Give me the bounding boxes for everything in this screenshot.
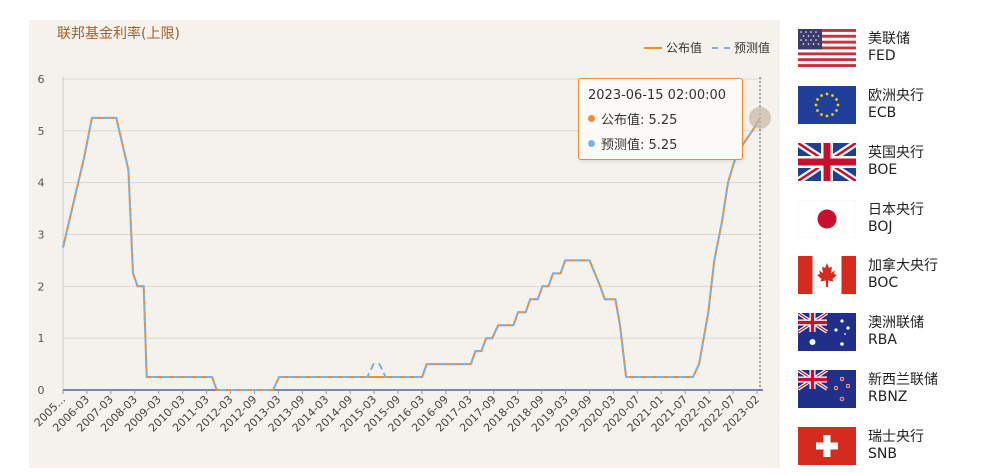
- tooltip-published-dot: [588, 115, 595, 122]
- bank-name-fed: 美联储: [868, 31, 910, 48]
- hover-point-marker: [749, 106, 771, 129]
- tooltip-row-published: 公布值: 5.25: [588, 109, 742, 128]
- bank-name-rbnz: 新西兰联储: [868, 371, 938, 388]
- eu-flag-icon: [798, 86, 856, 125]
- y-tick-label: 0: [38, 384, 45, 397]
- y-tick-label: 1: [38, 332, 45, 345]
- bank-name-boe: 英国央行: [868, 144, 924, 161]
- ca-flag-icon: [798, 256, 856, 295]
- bank-name-boc: 加拿大央行: [868, 258, 938, 275]
- bank-name-boj: 日本央行: [868, 201, 924, 218]
- central-bank-list: 美联储 FED 欧洲央行 ECB 英国央行 BOE 日本央行 BOJ 加拿大央行…: [788, 20, 980, 474]
- bank-code-rbnz: RBNZ: [868, 388, 908, 405]
- bank-name-ecb: 欧洲央行: [868, 88, 924, 105]
- jp-flag-icon: [798, 199, 856, 238]
- bank-code-ecb: ECB: [868, 105, 897, 122]
- watermark-text: 格隆汇: [937, 453, 979, 469]
- bank-name-rba: 澳洲联储: [868, 315, 924, 332]
- bank-name-snb: 瑞士央行: [868, 428, 924, 445]
- bank-item-rba[interactable]: 澳洲联储 RBA: [788, 304, 980, 361]
- y-tick-label: 6: [38, 73, 45, 86]
- tooltip-forecast-dot: [588, 140, 595, 147]
- tooltip-date: 2023-06-15 02:00:00: [588, 88, 727, 103]
- bank-item-fed[interactable]: 美联储 FED: [788, 20, 980, 77]
- bank-item-ecb[interactable]: 欧洲央行 ECB: [788, 77, 980, 134]
- tooltip-forecast-value: 预测值: 5.25: [601, 138, 678, 153]
- bank-code-rba: RBA: [868, 332, 897, 349]
- bank-code-boc: BOC: [868, 275, 899, 292]
- chart-tooltip: 2023-06-15 02:00:00 公布值: 5.25 预测值: 5.25: [578, 78, 743, 160]
- bank-code-snb: SNB: [868, 445, 897, 462]
- bank-code-boe: BOE: [868, 161, 898, 178]
- bank-item-rbnz[interactable]: 新西兰联储 RBNZ: [788, 361, 980, 418]
- y-tick-label: 4: [38, 177, 45, 190]
- au-flag-icon: [798, 313, 856, 352]
- y-tick-label: 3: [38, 229, 45, 242]
- y-tick-label: 2: [38, 280, 45, 293]
- bank-item-boj[interactable]: 日本央行 BOJ: [788, 190, 980, 247]
- bank-item-boe[interactable]: 英国央行 BOE: [788, 134, 980, 191]
- bank-code-fed: FED: [868, 48, 896, 65]
- y-tick-label: 5: [38, 125, 45, 138]
- tooltip-row-forecast: 预测值: 5.25: [588, 134, 742, 153]
- nz-flag-icon: [798, 369, 856, 408]
- bank-code-boj: BOJ: [868, 218, 893, 235]
- watermark: 格隆汇: [919, 450, 979, 470]
- watermark-logo-icon: [919, 453, 933, 467]
- us-flag-icon: [798, 29, 856, 68]
- tooltip-published-value: 公布值: 5.25: [601, 113, 678, 128]
- uk-flag-icon: [798, 142, 856, 181]
- chart-panel: 联邦基金利率(上限) 公布值 预测值 0 1 2 3 4 5 6 2005... 2006-03…: [29, 20, 780, 468]
- ch-flag-icon: [798, 426, 856, 465]
- bank-item-boc[interactable]: 加拿大央行 BOC: [788, 247, 980, 304]
